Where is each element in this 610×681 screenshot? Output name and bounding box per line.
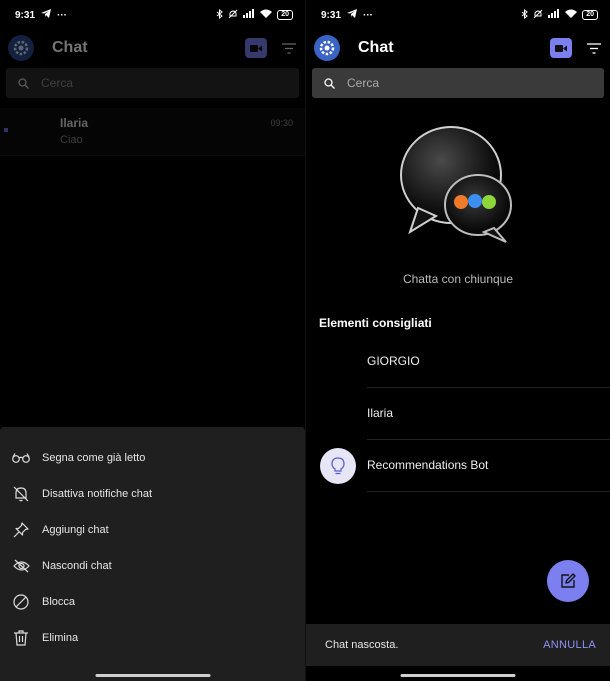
suggestion-item[interactable]: Recommendations Bot xyxy=(306,440,610,492)
compose-icon xyxy=(561,573,576,588)
chat-preview: Ciao xyxy=(60,134,83,146)
app-header: Chat xyxy=(0,30,305,66)
filter-icon xyxy=(282,42,296,54)
telegram-icon xyxy=(41,9,52,21)
bluetooth-icon xyxy=(521,8,529,22)
search-icon xyxy=(18,77,29,89)
gesture-nav-handle[interactable] xyxy=(95,674,210,677)
search-placeholder: Cerca xyxy=(347,76,380,90)
video-call-button[interactable] xyxy=(245,38,267,58)
divider xyxy=(367,491,610,492)
action-mute-notifications[interactable]: Disattiva notifiche chat xyxy=(0,476,305,512)
right-screen: 9:31 ··· 20 Chat Cerca Chatta con chiunq… xyxy=(305,0,610,681)
page-title: Chat xyxy=(358,39,394,56)
wifi-icon xyxy=(565,9,578,21)
video-call-button[interactable] xyxy=(550,38,572,58)
search-icon xyxy=(324,77,335,89)
block-icon xyxy=(12,593,30,611)
action-block[interactable]: Blocca xyxy=(0,584,305,620)
filter-icon xyxy=(587,42,601,54)
trash-icon xyxy=(12,629,30,647)
app-header: Chat xyxy=(306,30,610,66)
video-camera-icon xyxy=(250,44,262,52)
status-bar: 9:31 ··· 20 xyxy=(306,0,610,30)
mute-icon xyxy=(228,9,238,22)
unread-indicator xyxy=(4,128,8,132)
gesture-nav-handle[interactable] xyxy=(400,674,516,677)
profile-avatar[interactable] xyxy=(8,35,34,61)
undo-button[interactable]: ANNULLA xyxy=(543,639,596,651)
chat-bubbles-illustration xyxy=(396,120,521,250)
telegram-icon xyxy=(347,9,358,21)
search-placeholder: Cerca xyxy=(41,76,74,90)
section-title: Elementi consigliati xyxy=(319,316,432,330)
empty-state-caption: Chatta con chiunque xyxy=(402,272,514,286)
left-screen: 9:31 ··· 20 Chat Cerca Ilaria 09:30 Ciao… xyxy=(0,0,305,681)
mute-icon xyxy=(533,9,543,22)
snackbar-message: Chat nascosta. xyxy=(325,639,399,651)
status-time: 9:31 xyxy=(15,9,36,21)
search-input[interactable]: Cerca xyxy=(312,68,604,98)
status-time: 9:31 xyxy=(321,9,342,21)
signal-icon xyxy=(548,9,560,21)
status-bar: 9:31 ··· 20 xyxy=(0,0,305,30)
signal-icon xyxy=(243,9,255,21)
filter-button[interactable] xyxy=(586,40,602,56)
more-notifications-icon: ··· xyxy=(57,9,68,21)
profile-avatar[interactable] xyxy=(314,35,340,61)
bluetooth-icon xyxy=(216,8,224,22)
action-delete[interactable]: Elimina xyxy=(0,620,305,656)
bot-avatar xyxy=(320,448,356,484)
action-hide-chat[interactable]: Nascondi chat xyxy=(0,548,305,584)
eye-off-icon xyxy=(12,557,30,575)
more-notifications-icon: ··· xyxy=(363,9,374,21)
lightbulb-icon xyxy=(331,457,345,475)
page-title: Chat xyxy=(52,39,88,56)
new-chat-button[interactable] xyxy=(547,560,589,602)
action-mark-read[interactable]: Segna come già letto xyxy=(0,440,305,476)
action-sheet: Segna come già letto Disattiva notifiche… xyxy=(0,427,305,681)
gear-icon xyxy=(13,40,29,56)
bell-off-icon xyxy=(12,485,30,503)
video-camera-icon xyxy=(555,44,567,52)
chat-list-item[interactable]: Ilaria 09:30 Ciao xyxy=(0,108,305,156)
glasses-icon xyxy=(12,449,30,467)
battery-icon: 20 xyxy=(277,10,293,20)
gear-icon xyxy=(319,40,335,56)
filter-button[interactable] xyxy=(281,40,297,56)
pin-icon xyxy=(12,521,30,539)
snackbar: Chat nascosta. ANNULLA xyxy=(306,624,610,666)
suggestion-item[interactable]: GIORGIO xyxy=(306,336,610,388)
action-pin-chat[interactable]: Aggiungi chat xyxy=(0,512,305,548)
chat-time: 09:30 xyxy=(270,118,293,128)
search-input[interactable]: Cerca xyxy=(6,68,299,98)
chat-name: Ilaria xyxy=(60,116,89,130)
battery-icon: 20 xyxy=(582,10,598,20)
suggestion-item[interactable]: Ilaria xyxy=(306,388,610,440)
wifi-icon xyxy=(260,9,273,21)
